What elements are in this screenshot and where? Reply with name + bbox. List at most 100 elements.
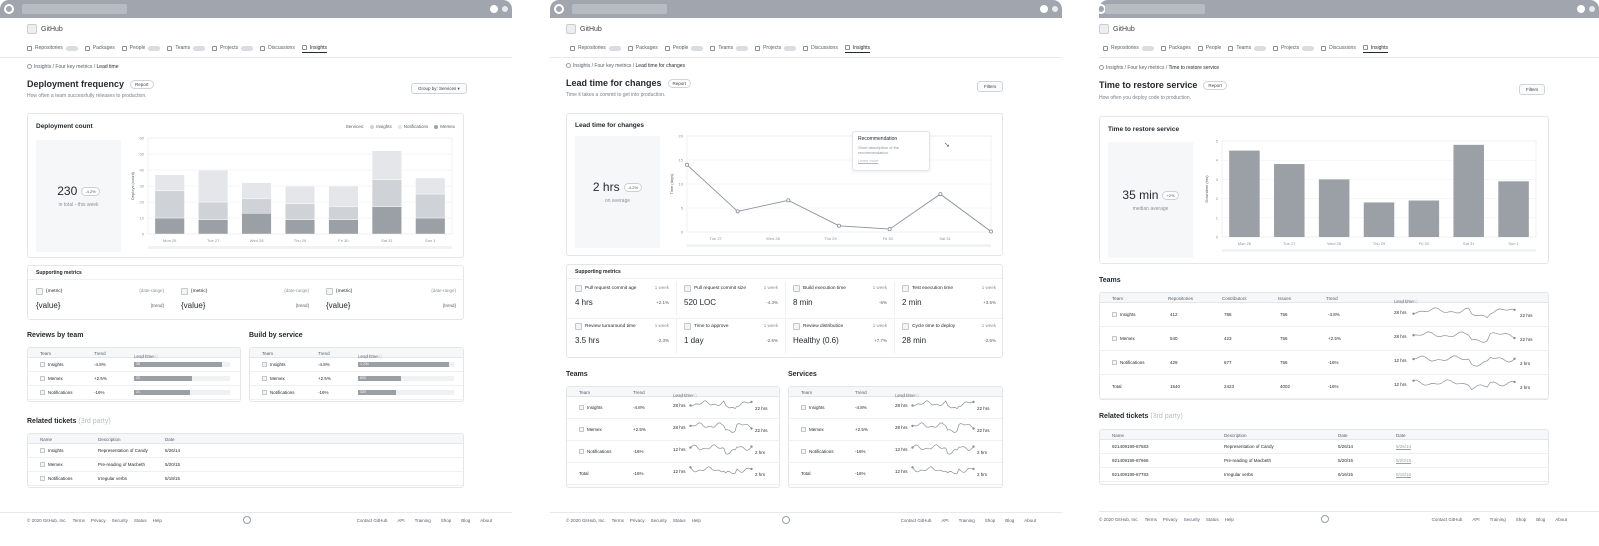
metric-tile[interactable]: Review turnaround time 1 week 3.5 hrs -2.3%: [575, 323, 669, 351]
footer-link[interactable]: Shop: [1516, 517, 1527, 522]
bar-segment[interactable]: [154, 190, 185, 219]
metric-tile[interactable]: {metric} {date-range} {value} {trend}: [36, 288, 164, 314]
address-bar[interactable]: [22, 4, 127, 14]
metric-tile[interactable]: Cycle time to deploy 1 week 28 min -2.6%: [902, 323, 996, 351]
table-row[interactable]: Insights -4.8% 38: [28, 358, 240, 372]
footer-link[interactable]: Contact GitHub: [901, 518, 932, 523]
metric-tile[interactable]: {metric} {date-range} {value} {trend}: [181, 288, 309, 314]
metric-tile[interactable]: {metric} {date-range} {value} {trend}: [326, 288, 456, 314]
nav-people[interactable]: People: [664, 43, 704, 53]
bar-segment[interactable]: [241, 212, 272, 235]
footer-link[interactable]: Status: [673, 518, 686, 523]
footer-link[interactable]: About: [480, 518, 492, 523]
table-row[interactable]: Memex +2.5% 28 hrs 22 hrs: [789, 419, 1002, 441]
bar-segment[interactable]: [371, 150, 402, 180]
footer-link[interactable]: Terms: [1145, 517, 1157, 522]
bar[interactable]: [1274, 164, 1305, 237]
column-header[interactable]: Trend: [94, 351, 106, 356]
bar-segment[interactable]: [371, 179, 402, 207]
bar[interactable]: [1498, 181, 1529, 237]
bar-segment[interactable]: [198, 201, 229, 220]
table-row[interactable]: Notifications -16% 320: [250, 386, 463, 400]
legend-item[interactable]: Insights: [370, 124, 392, 129]
footer-link[interactable]: Blog: [461, 518, 470, 523]
footer-link[interactable]: Help: [692, 518, 701, 523]
crumb-link[interactable]: Four key metrics: [594, 63, 631, 69]
column-header[interactable]: Trend: [318, 351, 330, 356]
footer-link[interactable]: Training: [415, 518, 431, 523]
bar-segment[interactable]: [241, 182, 272, 199]
column-header[interactable]: Repositories: [1168, 296, 1193, 301]
nav-discussions[interactable]: Discussions: [260, 43, 295, 53]
column-header[interactable]: Team: [40, 351, 51, 356]
footer-link[interactable]: Blog: [1536, 517, 1545, 522]
nav-repositories[interactable]: Repositories: [1103, 43, 1154, 53]
table-row[interactable]: Total 1540 2423 4002 -16% 12 hrs 2 hrs: [1100, 375, 1548, 399]
table-row[interactable]: Memex 540 423 756 +2.5% 28 hrs 22 hrs: [1100, 327, 1548, 351]
nav-repositories[interactable]: Repositories: [27, 43, 78, 53]
table-cell[interactable]: 6/16/15: [1396, 472, 1411, 477]
github-mark-icon[interactable]: [782, 516, 790, 524]
back-icon[interactable]: [27, 64, 32, 69]
address-bar[interactable]: [572, 4, 667, 14]
metric-tile[interactable]: Build execution time 1 week 8 min -6%: [793, 285, 887, 313]
data-point[interactable]: [786, 198, 791, 203]
column-header[interactable]: Trend: [633, 390, 645, 395]
footer-link[interactable]: Shop: [441, 518, 452, 523]
github-mark-icon[interactable]: [1321, 515, 1329, 523]
nav-packages[interactable]: Packages: [627, 43, 658, 53]
footer-link[interactable]: Blog: [1005, 518, 1014, 523]
footer-link[interactable]: Help: [1225, 517, 1234, 522]
bar[interactable]: [1408, 200, 1440, 237]
nav-discussions[interactable]: Discussions: [1321, 43, 1356, 53]
column-header[interactable]: Date: [1396, 433, 1406, 438]
window-control-icon[interactable]: [1052, 6, 1058, 12]
bar-segment[interactable]: [198, 169, 229, 203]
brand[interactable]: GitHub: [1099, 24, 1135, 34]
column-header[interactable]: Team: [1112, 296, 1123, 301]
nav-people[interactable]: People: [1197, 43, 1221, 53]
table-cell[interactable]: 5/20/15: [1396, 458, 1411, 463]
bar-segment[interactable]: [285, 203, 315, 220]
footer-link[interactable]: Status: [1206, 517, 1219, 522]
nav-people[interactable]: People: [121, 43, 161, 53]
footer-link[interactable]: Training: [959, 518, 975, 523]
table-row[interactable]: Total -16% 12 hrs 2 hrs: [789, 463, 1002, 485]
group-by-dropdown[interactable]: Group by: Services ▾: [411, 83, 467, 94]
metric-tile[interactable]: Test execution time 1 week 2 min +3.5%: [902, 285, 996, 313]
data-point[interactable]: [735, 209, 740, 214]
filters-button[interactable]: Filters: [1519, 84, 1546, 95]
nav-packages[interactable]: Packages: [1160, 43, 1191, 53]
footer-link[interactable]: Help: [153, 518, 162, 523]
metric-tile[interactable]: Pull request commit size 1 week 520 LOC -4.…: [684, 285, 778, 313]
table-row[interactable]: Memex Pre-reading of Macbeth 5/20/15: [28, 458, 463, 472]
bar-segment[interactable]: [415, 217, 446, 235]
bar-segment[interactable]: [415, 177, 446, 195]
column-header[interactable]: Issues: [1278, 296, 1291, 301]
chart-scroll-track[interactable]: [148, 246, 452, 249]
bar-segment[interactable]: [371, 206, 402, 235]
table-row[interactable]: Memex +2.5% 22: [28, 372, 240, 386]
column-header[interactable]: Team: [579, 390, 590, 395]
nav-insights[interactable]: Insights: [301, 43, 328, 53]
nav-projects[interactable]: Projects: [1273, 43, 1315, 53]
table-row[interactable]: Memex +2.5% 600: [250, 372, 463, 386]
bar-segment[interactable]: [241, 198, 272, 214]
bar[interactable]: [1318, 179, 1350, 237]
bar[interactable]: [1453, 144, 1484, 237]
window-control-icon[interactable]: [1040, 5, 1048, 13]
legend-item[interactable]: Memex: [434, 124, 455, 129]
crumb-link[interactable]: Insights: [1106, 65, 1123, 71]
brand[interactable]: GitHub: [27, 24, 63, 34]
column-header[interactable]: Description: [1224, 433, 1247, 438]
crumb-link[interactable]: Four key metrics: [55, 64, 92, 70]
footer-link[interactable]: API: [941, 518, 948, 523]
footer-link[interactable]: About: [1555, 517, 1567, 522]
column-header[interactable]: Date: [1338, 433, 1348, 438]
data-point[interactable]: [836, 223, 841, 228]
metric-tile[interactable]: Time to approve 1 week 1 day -2.6%: [684, 323, 778, 351]
bar-segment[interactable]: [285, 185, 315, 204]
nav-projects[interactable]: Projects: [212, 43, 254, 53]
back-icon[interactable]: [566, 63, 571, 68]
window-control-icon[interactable]: [1589, 6, 1595, 12]
